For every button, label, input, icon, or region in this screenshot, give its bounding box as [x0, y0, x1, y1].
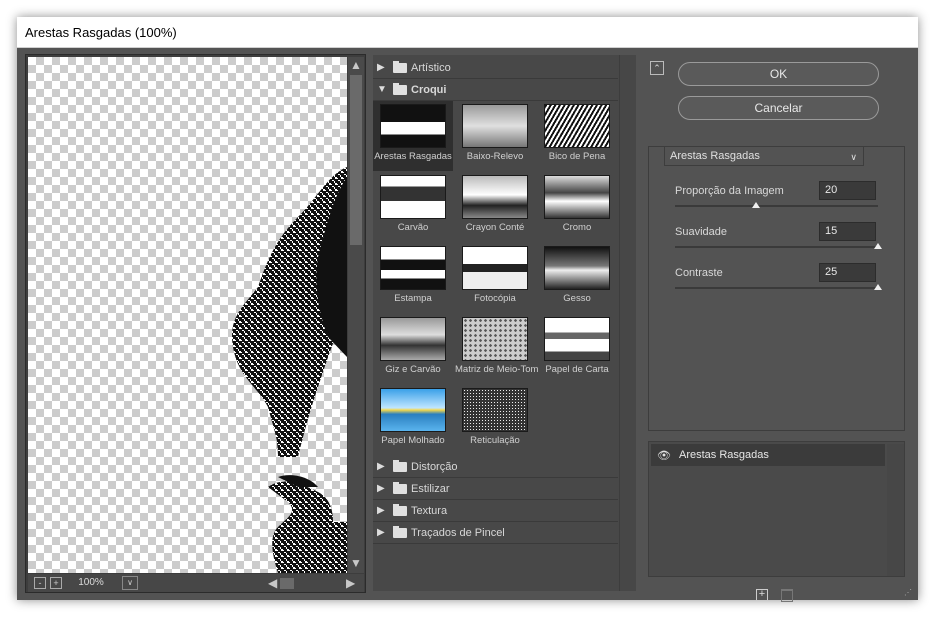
zoom-dropdown-chevron-icon[interactable]: ∨ [122, 576, 138, 590]
scroll-left-arrow-icon[interactable]: ◀ [268, 577, 277, 589]
thumbnail-image [462, 317, 528, 361]
effect-layers-panel: 👁 Arestas Rasgadas [648, 441, 905, 577]
category-artistico[interactable]: ▶ Artístico [373, 57, 618, 79]
filter-thumb-reticulacao[interactable]: Reticulação [455, 385, 535, 455]
category-textura[interactable]: ▶ Textura [373, 500, 618, 522]
filter-thumb-matriz-de-meio-tom[interactable]: Matriz de Meio-Tom [455, 314, 538, 384]
expand-arrow-icon: ▶ [377, 505, 385, 516]
category-croqui[interactable]: ▼ Croqui [373, 79, 618, 101]
slider-track[interactable] [675, 287, 878, 289]
param-proporcao-da-imagem: Proporção da Imagem 20 [675, 181, 885, 219]
filter-thumb-papel-de-carta[interactable]: Papel de Carta [537, 314, 617, 384]
param-value-input[interactable]: 20 [819, 181, 876, 200]
thumbnail-image [462, 175, 528, 219]
scroll-up-arrow-icon[interactable]: ▲ [350, 59, 362, 71]
category-tracados-de-pincel[interactable]: ▶ Traçados de Pincel [373, 522, 618, 544]
ok-button[interactable]: OK [678, 62, 879, 86]
delete-effect-layer-icon[interactable] [781, 589, 793, 602]
thumbnail-image [462, 388, 528, 432]
filter-thumb-estampa[interactable]: Estampa [373, 243, 453, 313]
folder-icon [393, 61, 407, 73]
filter-thumb-carvao[interactable]: Carvão [373, 172, 453, 242]
filter-thumb-cromo[interactable]: Cromo [537, 172, 617, 242]
slider-knob[interactable] [874, 284, 882, 290]
gallery-scrollbar[interactable] [619, 55, 636, 591]
thumbnail-image [544, 317, 610, 361]
expand-arrow-icon: ▶ [377, 62, 385, 73]
filter-thumb-crayon-conte[interactable]: Crayon Conté [455, 172, 535, 242]
expand-arrow-icon: ▶ [377, 527, 385, 538]
eye-icon[interactable]: 👁 [657, 449, 671, 462]
thumbnail-image [380, 317, 446, 361]
thumbnail-image [380, 246, 446, 290]
scroll-down-arrow-icon[interactable]: ▼ [350, 557, 362, 569]
filter-thumb-giz-e-carvao[interactable]: Giz e Carvão [373, 314, 453, 384]
category-distorcao[interactable]: ▶ Distorção [373, 456, 618, 478]
param-value-input[interactable]: 25 [819, 263, 876, 282]
preview-panel: ▲ ▼ - + 100% ∨ ◀ ▶ [25, 54, 366, 593]
filter-params-group: Arestas Rasgadas ∨ Proporção da Imagem 2… [648, 146, 905, 431]
folder-icon [393, 460, 407, 472]
folder-icon [393, 504, 407, 516]
collapse-arrow-icon: ▼ [377, 84, 387, 95]
layers-scrollbar[interactable] [887, 444, 904, 576]
thumbnail-image [544, 175, 610, 219]
filter-thumb-bico-de-pena[interactable]: Bico de Pena [537, 101, 617, 171]
folder-icon [393, 526, 407, 538]
preview-vertical-scrollbar[interactable]: ▲ ▼ [348, 57, 364, 573]
scroll-right-arrow-icon[interactable]: ▶ [346, 577, 355, 589]
thumbnail-image [380, 175, 446, 219]
expand-arrow-icon: ▶ [377, 483, 385, 494]
zoom-out-button[interactable]: - [34, 577, 46, 589]
slider-track[interactable] [675, 246, 878, 248]
slider-track[interactable] [675, 205, 878, 207]
filter-select[interactable]: Arestas Rasgadas ∨ [664, 146, 864, 166]
effect-layer-row[interactable]: 👁 Arestas Rasgadas [651, 444, 885, 466]
thumbnail-image [380, 388, 446, 432]
filter-gallery-dialog: Arestas Rasgadas (100%) ▲ ▼ - + 100% ∨ ◀… [17, 17, 918, 602]
thumbnail-image [544, 246, 610, 290]
thumbnail-image [544, 104, 610, 148]
thumbnail-image [462, 104, 528, 148]
expand-arrow-icon: ▶ [377, 461, 385, 472]
cancel-button[interactable]: Cancelar [678, 96, 879, 120]
resize-grip-icon[interactable]: ⋰ [904, 588, 912, 597]
collapse-gallery-icon[interactable]: ⌃ [650, 61, 664, 75]
slider-knob[interactable] [874, 243, 882, 249]
scroll-thumb[interactable] [350, 75, 362, 245]
folder-icon [393, 83, 407, 95]
param-value-input[interactable]: 15 [819, 222, 876, 241]
zoom-level: 100% [78, 577, 104, 588]
filter-thumb-papel-molhado[interactable]: Papel Molhado [373, 385, 453, 455]
param-suavidade: Suavidade 15 [675, 222, 885, 260]
filter-thumb-gesso[interactable]: Gesso [537, 243, 617, 313]
settings-panel: ⌃ OK Cancelar Arestas Rasgadas ∨ Proporç… [642, 54, 912, 602]
filter-thumb-baixo-relevo[interactable]: Baixo-Relevo [455, 101, 535, 171]
filter-gallery-list: ▶ Artístico ▼ Croqui Arestas Rasgadas Ba… [373, 55, 636, 591]
thumbnail-image [380, 104, 446, 148]
new-effect-layer-icon[interactable]: + [756, 589, 768, 601]
filter-thumb-fotocopia[interactable]: Fotocópia [455, 243, 535, 313]
preview-horizontal-scrollbar[interactable]: ◀ ▶ [268, 575, 362, 591]
horizontal-scroll-thumb[interactable] [280, 578, 294, 589]
filter-thumb-arestas-rasgadas[interactable]: Arestas Rasgadas [373, 101, 453, 171]
param-contraste: Contraste 25 [675, 263, 885, 301]
title-bar: Arestas Rasgadas (100%) [17, 17, 918, 48]
chevron-down-icon: ∨ [850, 152, 857, 162]
category-estilizar[interactable]: ▶ Estilizar [373, 478, 618, 500]
window-title: Arestas Rasgadas (100%) [25, 25, 177, 40]
thumbnail-image [462, 246, 528, 290]
preview-image [232, 167, 347, 573]
preview-canvas[interactable] [28, 57, 347, 573]
folder-icon [393, 482, 407, 494]
slider-knob[interactable] [752, 202, 761, 208]
zoom-in-button[interactable]: + [50, 577, 62, 589]
preview-status-bar: - + 100% ∨ ◀ ▶ [28, 574, 364, 592]
